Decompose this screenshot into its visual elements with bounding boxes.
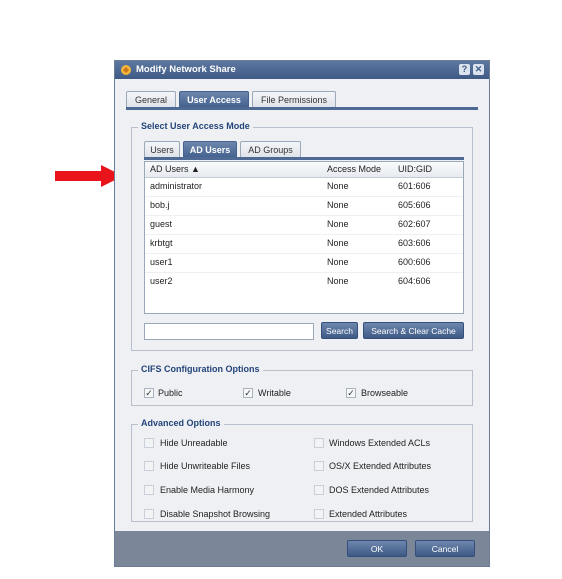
table-header: AD Users ▲ Access Mode UID:GID [145,162,463,178]
search-clear-cache-button[interactable]: Search & Clear Cache [363,322,464,339]
tab-user-access[interactable]: User Access [179,91,249,107]
search-input[interactable] [144,323,314,340]
cifs-options-legend: CIFS Configuration Options [138,364,263,374]
red-arrow-icon [55,165,123,187]
row-uid-gid: 601:606 [398,181,431,191]
hide-unwriteable-files-label: Hide Unwriteable Files [160,461,251,471]
user-type-tab-underline [144,157,464,160]
row-access-mode: None [327,238,349,248]
advanced-options-fieldset: Advanced Options Hide Unreadable Windows… [131,418,473,522]
browseable-checkbox[interactable]: ✓ [346,388,356,398]
help-icon[interactable]: ? [459,64,470,75]
enable-media-harmony-label: Enable Media Harmony [160,485,255,495]
browseable-label: Browseable [361,388,409,398]
enable-media-harmony-checkbox[interactable] [144,485,154,495]
row-uid-gid: 604:606 [398,276,431,286]
user-access-fieldset: Select User Access Mode Users AD Users A… [131,121,473,351]
windows-extended-acls-label: Windows Extended ACLs [329,438,431,448]
table-row[interactable]: user1 None 600:606 [145,253,463,273]
osx-extended-attributes-checkbox[interactable] [314,461,324,471]
share-logo-icon [121,65,131,75]
main-tab-underline [126,107,478,110]
column-header-access-mode[interactable]: Access Mode [327,164,381,174]
row-uid-gid: 603:606 [398,238,431,248]
disable-snapshot-browsing-checkbox[interactable] [144,509,154,519]
row-uid-gid: 600:606 [398,257,431,267]
table-row[interactable]: guest None 602:607 [145,215,463,235]
cancel-button[interactable]: Cancel [415,540,475,557]
user-type-tab-bar: Users AD Users AD Groups [144,141,464,158]
dialog-titlebar: Modify Network Share ? ✕ [115,61,489,79]
dos-extended-attributes-label: DOS Extended Attributes [329,485,430,495]
row-user-name: user2 [150,276,173,286]
hide-unreadable-checkbox[interactable] [144,438,154,448]
column-header-ad-users[interactable]: AD Users ▲ [150,164,200,174]
ok-button[interactable]: OK [347,540,407,557]
row-user-name: krbtgt [150,238,173,248]
osx-extended-attributes-label: OS/X Extended Attributes [329,461,432,471]
writable-checkbox[interactable]: ✓ [243,388,253,398]
dialog-footer: OK Cancel [115,531,489,566]
writable-label: Writable [258,388,291,398]
tab-ad-users[interactable]: AD Users [183,141,237,157]
user-access-legend: Select User Access Mode [138,121,253,131]
row-access-mode: None [327,219,349,229]
advanced-options-legend: Advanced Options [138,418,224,428]
column-header-uid-gid[interactable]: UID:GID [398,164,432,174]
search-button[interactable]: Search [321,322,358,339]
row-access-mode: None [327,200,349,210]
ad-users-table: AD Users ▲ Access Mode UID:GID administr… [144,161,464,314]
table-row[interactable]: user2 None 604:606 [145,272,463,291]
hide-unreadable-label: Hide Unreadable [160,438,228,448]
close-icon[interactable]: ✕ [473,64,484,75]
windows-extended-acls-checkbox[interactable] [314,438,324,448]
row-uid-gid: 605:606 [398,200,431,210]
tab-file-permissions[interactable]: File Permissions [252,91,336,107]
table-row[interactable]: krbtgt None 603:606 [145,234,463,254]
table-row[interactable]: bob.j None 605:606 [145,196,463,216]
dialog-title: Modify Network Share [136,64,236,75]
row-user-name: administrator [150,181,203,191]
row-access-mode: None [327,276,349,286]
tab-ad-groups[interactable]: AD Groups [240,141,301,157]
extended-attributes-checkbox[interactable] [314,509,324,519]
hide-unwriteable-files-checkbox[interactable] [144,461,154,471]
row-access-mode: None [327,181,349,191]
table-row[interactable]: administrator None 601:606 [145,177,463,197]
row-user-name: user1 [150,257,173,267]
row-access-mode: None [327,257,349,267]
public-checkbox[interactable]: ✓ [144,388,154,398]
row-user-name: bob.j [150,200,170,210]
row-user-name: guest [150,219,173,229]
disable-snapshot-browsing-label: Disable Snapshot Browsing [160,509,271,519]
tab-general[interactable]: General [126,91,176,107]
extended-attributes-label: Extended Attributes [329,509,408,519]
tab-users[interactable]: Users [144,141,180,157]
cifs-options-fieldset: CIFS Configuration Options ✓ Public ✓ Wr… [131,364,473,406]
public-label: Public [158,388,183,398]
row-uid-gid: 602:607 [398,219,431,229]
dos-extended-attributes-checkbox[interactable] [314,485,324,495]
main-tab-bar: General User Access File Permissions [126,91,478,108]
modify-network-share-dialog: Modify Network Share ? ✕ General User Ac… [114,60,490,567]
